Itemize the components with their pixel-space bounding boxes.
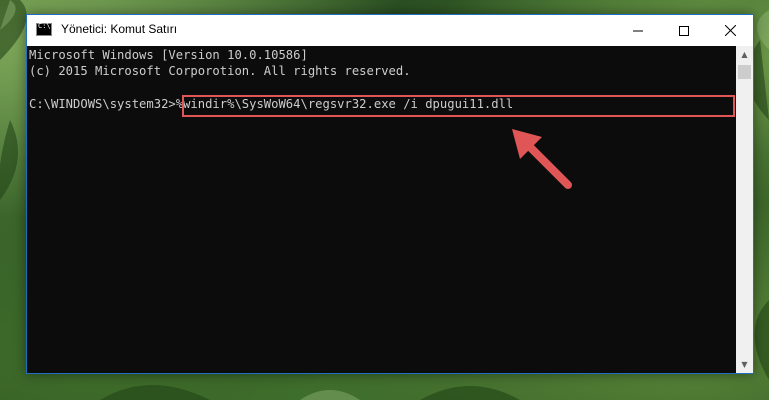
cmd-icon: [36, 22, 52, 36]
minimize-icon: [633, 30, 643, 31]
vertical-scrollbar[interactable]: ▲ ▼: [736, 46, 753, 373]
maximize-button[interactable]: [661, 15, 707, 46]
command-prompt-window: Yönetici: Komut Satırı Microsoft Windows…: [26, 14, 754, 374]
command-highlight-box: [182, 95, 735, 117]
console-line-version: Microsoft Windows [Version 10.0.10586]: [29, 48, 308, 62]
minimize-button[interactable]: [615, 15, 661, 46]
title-bar[interactable]: Yönetici: Komut Satırı: [27, 15, 753, 46]
scroll-thumb[interactable]: [738, 65, 751, 79]
red-arrow-icon: [512, 129, 572, 189]
console-prompt: C:\WINDOWS\system32>: [29, 97, 176, 111]
scroll-up-icon[interactable]: ▲: [736, 46, 753, 63]
console-line-copyright: (c) 2015 Microsoft Corporotion. All righ…: [29, 64, 411, 78]
scroll-down-icon[interactable]: ▼: [736, 356, 753, 373]
console-output[interactable]: Microsoft Windows [Version 10.0.10586] (…: [27, 46, 736, 373]
close-icon: [724, 25, 736, 36]
maximize-icon: [679, 25, 689, 36]
close-button[interactable]: [707, 15, 753, 46]
window-title: Yönetici: Komut Satırı: [61, 22, 178, 36]
